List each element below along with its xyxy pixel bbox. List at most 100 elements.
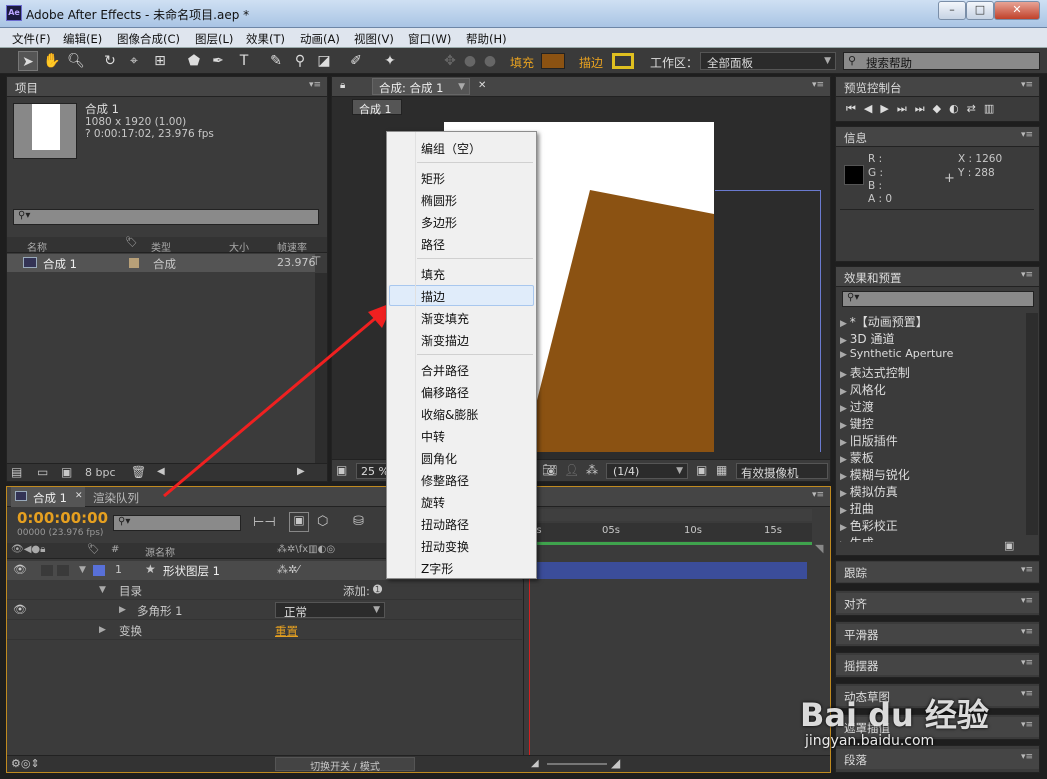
transform-row[interactable]: ▶ 变换 重置: [7, 621, 522, 640]
menu-item-gradient-fill[interactable]: 渐变填充: [421, 310, 469, 327]
transparency-grid-icon[interactable]: ▦: [716, 463, 727, 477]
reset-link[interactable]: 重置: [275, 623, 298, 639]
time-ruler[interactable]: 0s 05s 10s 15s: [524, 523, 812, 541]
comp-breadcrumb[interactable]: 合成 1: [352, 99, 402, 116]
bpc-toggle[interactable]: 8 bpc: [85, 466, 116, 479]
menu-item-stroke[interactable]: 描边: [421, 288, 445, 305]
menu-item-wiggle-transform[interactable]: 扭动变换: [421, 538, 469, 555]
channels-icon[interactable]: ⁂: [586, 463, 598, 477]
effects-category[interactable]: ▶ 扭曲: [840, 500, 1030, 517]
toggle-switches-icon[interactable]: ⚙◎⇕: [11, 757, 40, 770]
interpret-footage-icon[interactable]: ▤: [11, 465, 22, 479]
effects-category[interactable]: ▶ Synthetic Aperture: [840, 347, 1030, 360]
effects-category[interactable]: ▶ 旧版插件: [840, 432, 1030, 449]
close-tab-icon[interactable]: ✕: [478, 80, 486, 91]
zoom-slider[interactable]: [547, 763, 607, 765]
zoom-tool-icon[interactable]: 🔍︎: [66, 51, 86, 71]
effects-scrollbar[interactable]: [1026, 313, 1038, 535]
stroke-label[interactable]: 描边: [579, 54, 603, 71]
effects-category[interactable]: ▶ 键控: [840, 415, 1030, 432]
trash-icon[interactable]: 🗑: [131, 465, 146, 479]
flowchart-icon[interactable]: ⊤: [311, 254, 321, 268]
comp-mini-flowchart-icon[interactable]: ⊢⊣: [253, 515, 276, 530]
pan-behind-tool-icon[interactable]: ⊞: [150, 51, 170, 71]
collapse-icon[interactable]: ▼: [99, 585, 106, 595]
selection-tool-icon[interactable]: ➤: [18, 51, 38, 71]
menu-file[interactable]: 文件(F): [12, 31, 51, 47]
toggle-switches-modes-button[interactable]: 切换开关 / 模式: [275, 757, 415, 773]
zoom-out-icon[interactable]: ◢: [531, 758, 539, 769]
menu-item-ellipse[interactable]: 椭圆形: [421, 192, 457, 209]
menu-animation[interactable]: 动画(A): [300, 31, 340, 47]
effects-category[interactable]: ▶ 模糊与锐化: [840, 466, 1030, 483]
effects-search-input[interactable]: ⚲▾: [842, 291, 1034, 307]
solo-toggle[interactable]: [57, 565, 69, 576]
timeline-search-input[interactable]: ⚲▾: [113, 515, 241, 531]
camera-tool-icon[interactable]: ⌖: [124, 51, 144, 71]
menu-item-zig-zag[interactable]: Z字形: [421, 560, 453, 577]
menu-item-trim-paths[interactable]: 修整路径: [421, 472, 469, 489]
live-update-icon[interactable]: ▣: [289, 512, 309, 532]
current-time-display[interactable]: 0:00:00:00: [17, 509, 108, 527]
new-composition-icon[interactable]: ▣: [61, 465, 72, 479]
type-tool-icon[interactable]: T: [234, 51, 254, 71]
menu-effect[interactable]: 效果(T): [246, 31, 285, 47]
visibility-eye-icon[interactable]: 👁︎: [13, 603, 27, 616]
project-tab[interactable]: 项目 ▾≡: [7, 77, 327, 97]
clone-stamp-tool-icon[interactable]: ⚲: [290, 51, 310, 71]
menu-layer[interactable]: 图层(L): [195, 31, 233, 47]
menu-composition[interactable]: 图像合成(C): [117, 31, 180, 47]
playback-controls[interactable]: ⏮◀▶⏭⏭◆◐⇄▥: [846, 102, 1002, 116]
menu-item-rectangle[interactable]: 矩形: [421, 170, 445, 187]
add-label[interactable]: 添加:: [343, 583, 370, 599]
effects-category[interactable]: ▶ 3D 通道: [840, 330, 1030, 347]
menu-item-repeater[interactable]: 中转: [421, 428, 445, 445]
minimize-button[interactable]: –: [938, 1, 966, 20]
rotate-tool-icon[interactable]: ↻: [100, 51, 120, 71]
menu-item-pucker-bloat[interactable]: 收缩&膨胀: [421, 406, 478, 423]
project-search-input[interactable]: ⚲▾: [13, 209, 319, 225]
draft-3d-icon[interactable]: ⬡: [317, 514, 328, 529]
effects-tab[interactable]: 效果和预置 ▾≡: [836, 267, 1039, 287]
shape-tool-icon[interactable]: ⬟: [184, 51, 204, 71]
menu-item-round-corners[interactable]: 圆角化: [421, 450, 457, 467]
stroke-color-swatch[interactable]: [612, 53, 634, 69]
menu-item-path[interactable]: 路径: [421, 236, 445, 253]
project-item-row[interactable]: 合成 1 合成 23.976 ⊤: [7, 254, 321, 272]
fill-color-swatch[interactable]: [541, 53, 565, 69]
camera-select[interactable]: 有效摄像机: [736, 463, 828, 480]
menu-item-gradient-stroke[interactable]: 渐变描边: [421, 332, 469, 349]
menu-edit[interactable]: 编辑(E): [63, 31, 102, 47]
hand-tool-icon[interactable]: ✋: [42, 51, 62, 71]
hide-shy-layers-icon[interactable]: ⛁: [353, 514, 364, 529]
effects-category[interactable]: ▶ 色彩校正: [840, 517, 1030, 534]
menu-item-group[interactable]: 编组（空）: [421, 140, 481, 157]
effects-category[interactable]: ▶ 过渡: [840, 398, 1030, 415]
contents-row[interactable]: ▼ 目录 添加: ➊: [7, 581, 522, 600]
expand-icon[interactable]: ▶: [119, 605, 126, 615]
person-icon[interactable]: 👤︎: [564, 463, 579, 477]
layer-duration-bar[interactable]: [524, 562, 807, 579]
close-button[interactable]: ✕: [994, 1, 1040, 20]
eraser-tool-icon[interactable]: ◪: [314, 51, 334, 71]
effects-category[interactable]: ▶ 生成: [840, 534, 1030, 542]
region-of-interest-icon[interactable]: ▣: [696, 463, 707, 477]
menu-item-offset-paths[interactable]: 偏移路径: [421, 384, 469, 401]
new-preset-icon[interactable]: ▣: [1004, 539, 1014, 552]
render-queue-tab[interactable]: 渲染队列: [93, 490, 139, 506]
menu-item-twist[interactable]: 旋转: [421, 494, 445, 511]
menu-view[interactable]: 视图(V): [354, 31, 394, 47]
info-tab[interactable]: 信息 ▾≡: [836, 127, 1039, 147]
menu-help[interactable]: 帮助(H): [466, 31, 507, 47]
menu-window[interactable]: 窗口(W): [408, 31, 451, 47]
maximize-button[interactable]: □: [966, 1, 994, 20]
polygon-row[interactable]: 👁︎ ▶ 多角形 1 正常 ▼: [7, 601, 522, 620]
expand-layer-icon[interactable]: ▼: [79, 565, 86, 575]
work-area-bar[interactable]: [524, 509, 812, 521]
zoom-in-icon[interactable]: ◢: [611, 756, 620, 770]
puppet-pin-tool-icon[interactable]: ✦: [380, 51, 400, 71]
label-color-swatch[interactable]: [93, 565, 105, 576]
expand-icon[interactable]: ▶: [99, 625, 106, 635]
effects-category[interactable]: ▶ 模拟仿真: [840, 483, 1030, 500]
timeline-nav-icon[interactable]: ◥: [815, 542, 823, 555]
